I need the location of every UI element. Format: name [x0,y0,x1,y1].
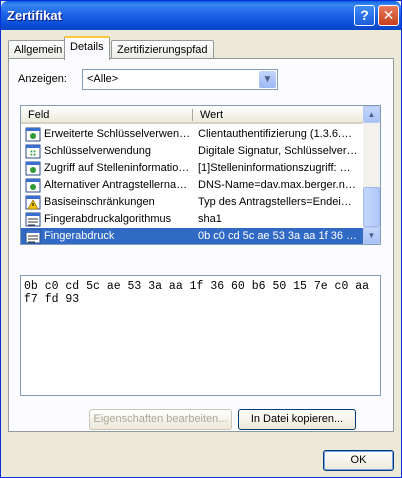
field-value: Clientauthentifizierung (1.3.6.… [198,128,353,140]
window-title: Zertifikat [7,8,62,23]
scroll-up-icon[interactable]: ▲ [363,106,380,123]
show-dropdown[interactable]: <Alle> ▼ [82,69,278,90]
field-value: Digitale Signatur, Schlüsselver… [198,145,358,157]
field-name: Fingerabdruck [44,230,115,242]
list-item[interactable]: Alternativer Antragstellerna… DNS-Name=d… [21,177,364,194]
field-name: Erweiterte Schlüsselverwen… [44,128,190,140]
field-value: 0b c0 cd 5c ae 53 3a aa 1f 36 … [198,230,358,242]
list-item[interactable]: Basiseinschränkungen Typ des Antragstell… [21,194,364,211]
chevron-down-icon[interactable]: ▼ [259,71,276,88]
column-header-value[interactable]: Wert [200,109,223,121]
title-bar[interactable]: Zertifikat ? ✕ [1,1,401,30]
vertical-scrollbar[interactable]: ▲ ▼ [363,106,380,244]
extension-icon [25,161,41,176]
list-item-selected[interactable]: Fingerabdruck 0b c0 cd 5c ae 53 3a aa 1f… [21,228,364,244]
close-button[interactable]: ✕ [378,5,399,26]
list-item[interactable]: Fingerabdruckalgorithmus sha1 [21,211,364,228]
field-name: Alternativer Antragstellerna… [44,179,188,191]
field-value: Typ des Antragstellers=Endei… [198,196,352,208]
critical-extension-icon [25,144,41,159]
column-divider[interactable] [192,109,193,121]
list-item[interactable]: Erweiterte Schlüsselverwen… Clientauthen… [21,126,364,143]
extension-icon [25,127,41,142]
scroll-thumb[interactable] [363,187,380,227]
column-header-field[interactable]: Feld [28,109,49,121]
field-name: Basiseinschränkungen [44,196,155,208]
tab-allgemein[interactable]: Allgemein [8,40,69,59]
field-name: Schlüsselverwendung [44,145,152,157]
list-item[interactable]: Zugriff auf Stelleninformatio… [1]Stelle… [21,160,364,177]
certificate-dialog: Zertifikat ? ✕ Allgemein Details Zertifi… [0,0,402,478]
copy-to-file-button[interactable]: In Datei kopieren... [238,409,356,430]
tab-details[interactable]: Details [64,36,110,60]
field-list[interactable]: Feld Wert Erweiterte Schlüsselverwen… Cl… [20,105,381,245]
tab-zertifizierungspfad[interactable]: Zertifizierungspfad [111,40,214,59]
scroll-down-icon[interactable]: ▼ [363,227,380,244]
property-icon [25,212,41,227]
detail-textbox[interactable]: 0b c0 cd 5c ae 53 3a aa 1f 36 60 b6 50 1… [20,275,381,396]
property-icon [25,229,41,244]
field-name: Zugriff auf Stelleninformatio… [44,162,190,174]
warning-extension-icon [25,195,41,210]
field-value: [1]Stelleninformationszugriff: … [198,162,351,174]
show-label: Anzeigen: [18,73,67,85]
field-value: DNS-Name=dav.max.berger.n… [198,179,356,191]
edit-properties-button[interactable]: Eigenschaften bearbeiten... [89,409,232,430]
show-dropdown-value: <Alle> [87,73,119,85]
help-button[interactable]: ? [354,5,375,26]
extension-icon [25,178,41,193]
field-value: sha1 [198,213,222,225]
list-header: Feld Wert [21,106,364,124]
field-name: Fingerabdruckalgorithmus [44,213,172,225]
list-item[interactable]: Schlüsselverwendung Digitale Signatur, S… [21,143,364,160]
detail-text: 0b c0 cd 5c ae 53 3a aa 1f 36 60 b6 50 1… [24,280,376,306]
ok-button[interactable]: OK [323,450,394,471]
